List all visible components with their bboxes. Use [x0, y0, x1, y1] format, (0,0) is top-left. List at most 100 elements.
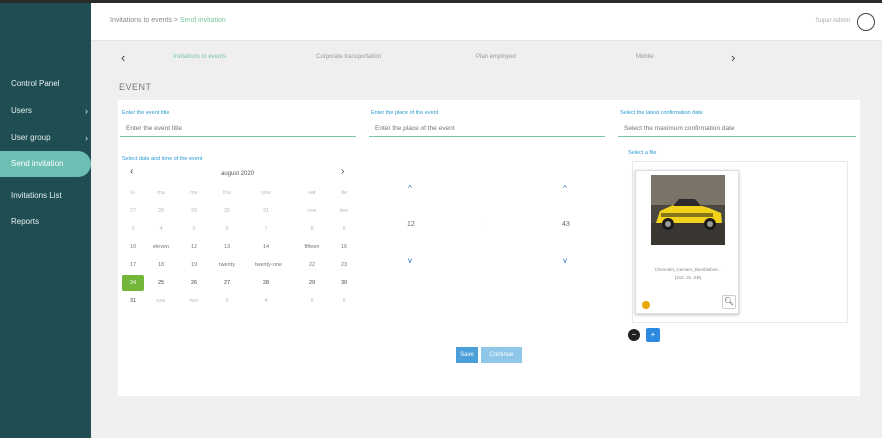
sidebar-item-label: Reports: [11, 217, 40, 226]
zoom-icon[interactable]: 🔍︎: [722, 295, 736, 309]
calendar-day[interactable]: two: [333, 203, 355, 219]
hours-value[interactable]: 12: [407, 221, 415, 228]
calendar-day[interactable]: 7: [255, 221, 277, 237]
step-corporate-transportation[interactable]: Corporate transportation: [316, 54, 381, 60]
calendar-day[interactable]: 19: [183, 257, 205, 273]
hours-down-icon[interactable]: v: [408, 256, 412, 265]
breadcrumb-current: Send invitation: [179, 17, 226, 24]
calendar-day[interactable]: one: [150, 293, 172, 309]
calendar-day[interactable]: 6: [333, 293, 355, 309]
calendar-day[interactable]: two: [183, 293, 205, 309]
file-name: Chevrolet_Camaro_Bumblebee...: [654, 267, 722, 272]
calendar-next-icon[interactable]: ›: [341, 166, 344, 177]
calendar-day[interactable]: 16: [333, 239, 355, 255]
avatar[interactable]: [857, 13, 875, 31]
sidebar-item-send-invitation[interactable]: Send invitation: [0, 151, 91, 177]
weekday-label: ma: [157, 190, 165, 196]
calendar-day[interactable]: 5: [183, 221, 205, 237]
calendar-day[interactable]: 12: [183, 239, 205, 255]
weekday-label: sat: [308, 190, 316, 196]
calendar-day[interactable]: 28: [150, 203, 172, 219]
confirmation-date-label: Select the latest confirmation date: [620, 110, 703, 116]
calendar-day[interactable]: 22: [301, 257, 323, 273]
sidebar-item-user-group[interactable]: User group ›: [0, 127, 91, 149]
calendar-day[interactable]: 14: [255, 239, 277, 255]
sidebar-item-users[interactable]: Users ›: [0, 100, 91, 122]
chevron-right-icon: ›: [85, 133, 88, 143]
sidebar-item-label: Send invitation: [11, 159, 64, 168]
step-prev-arrow-icon[interactable]: ‹: [121, 50, 125, 66]
calendar-day[interactable]: twenty: [216, 257, 238, 273]
continue-button[interactable]: Continue: [481, 347, 522, 363]
calendar-day[interactable]: 6: [216, 221, 238, 237]
minutes-up-icon[interactable]: ^: [563, 184, 567, 193]
calendar-prev-icon[interactable]: ‹: [130, 166, 133, 177]
step-navigation: ‹ Invitations to events Corporate transp…: [91, 50, 882, 66]
calendar-day[interactable]: 30: [216, 203, 238, 219]
breadcrumb-separator: >: [171, 17, 180, 24]
time-separator: :: [486, 221, 488, 228]
minutes-down-icon[interactable]: v: [563, 256, 567, 265]
event-form-card: Enter the event title Enter the place of…: [118, 100, 860, 396]
event-title-input[interactable]: [120, 121, 356, 137]
sidebar-item-control-panel[interactable]: Control Panel: [0, 73, 91, 95]
calendar-day[interactable]: 26: [183, 275, 205, 291]
remove-icon[interactable]: −: [628, 329, 640, 341]
user-name[interactable]: Super Admin: [816, 18, 850, 24]
section-title: EVENT: [119, 82, 152, 92]
calendar-day[interactable]: 29: [301, 275, 323, 291]
calendar-day[interactable]: 31: [255, 203, 277, 219]
calendar-day[interactable]: twenty-one: [255, 257, 282, 273]
weekday-label: lu: [130, 190, 136, 196]
sidebar-item-invitations-list[interactable]: Invitations List: [0, 185, 91, 207]
step-invitations-to-events[interactable]: Invitations to events: [173, 54, 226, 60]
calendar-day[interactable]: 29: [183, 203, 205, 219]
minutes-value[interactable]: 43: [562, 221, 570, 228]
chevron-right-icon: ›: [85, 106, 88, 116]
step-mobile[interactable]: Mobile: [636, 54, 654, 60]
calendar-day[interactable]: 9: [333, 221, 355, 237]
file-label: Select a file: [628, 150, 657, 156]
upload-button[interactable]: +: [646, 328, 660, 342]
calendar-day[interactable]: 4: [255, 293, 277, 309]
calendar-day[interactable]: fifteen: [301, 239, 323, 255]
calendar-day[interactable]: 3: [122, 221, 144, 237]
sidebar: Control Panel Users › User group › Send …: [0, 3, 91, 438]
breadcrumb: Invitations to events > Send invitation: [110, 17, 226, 24]
calendar-day[interactable]: 13: [216, 239, 238, 255]
calendar-day[interactable]: 31: [122, 293, 144, 309]
file-size: (312. 31. KB): [674, 275, 702, 280]
sidebar-item-label: Control Panel: [11, 79, 60, 88]
calendar-day[interactable]: one: [301, 203, 323, 219]
calendar-day[interactable]: 30: [333, 275, 355, 291]
sidebar-item-label: Invitations List: [11, 191, 62, 200]
weekday-label: de: [340, 190, 348, 196]
calendar-day[interactable]: 10: [122, 239, 144, 255]
remove-file-icon[interactable]: [642, 301, 650, 309]
calendar-day[interactable]: 28: [255, 275, 277, 291]
calendar-day[interactable]: 8: [301, 221, 323, 237]
save-button[interactable]: Save: [456, 347, 478, 363]
event-title-label: Enter the event title: [122, 110, 170, 116]
step-plan-employed[interactable]: Plan employed: [476, 54, 516, 60]
calendar-day[interactable]: 5: [301, 293, 323, 309]
confirmation-date-input[interactable]: [618, 121, 856, 137]
calendar-day-selected[interactable]: 24: [122, 275, 144, 291]
weekday-label: thu: [223, 190, 231, 196]
breadcrumb-parent[interactable]: Invitations to events: [110, 17, 172, 24]
event-place-input[interactable]: [369, 121, 605, 137]
calendar-day[interactable]: 27: [216, 275, 238, 291]
calendar-month[interactable]: august 2020: [221, 171, 254, 177]
calendar-day[interactable]: eleven: [150, 239, 172, 255]
calendar-day[interactable]: 18: [150, 257, 172, 273]
calendar-day[interactable]: 3: [216, 293, 238, 309]
calendar-day[interactable]: 27: [122, 203, 144, 219]
file-preview: Chevrolet_Camaro_Bumblebee... (312. 31. …: [635, 170, 739, 314]
calendar-day[interactable]: 4: [150, 221, 172, 237]
calendar-day[interactable]: 25: [150, 275, 172, 291]
sidebar-item-reports[interactable]: Reports: [0, 211, 91, 233]
step-next-arrow-icon[interactable]: ›: [731, 50, 735, 66]
calendar-day[interactable]: 17: [122, 257, 144, 273]
hours-up-icon[interactable]: ^: [408, 184, 412, 193]
calendar-day[interactable]: 23: [333, 257, 355, 273]
